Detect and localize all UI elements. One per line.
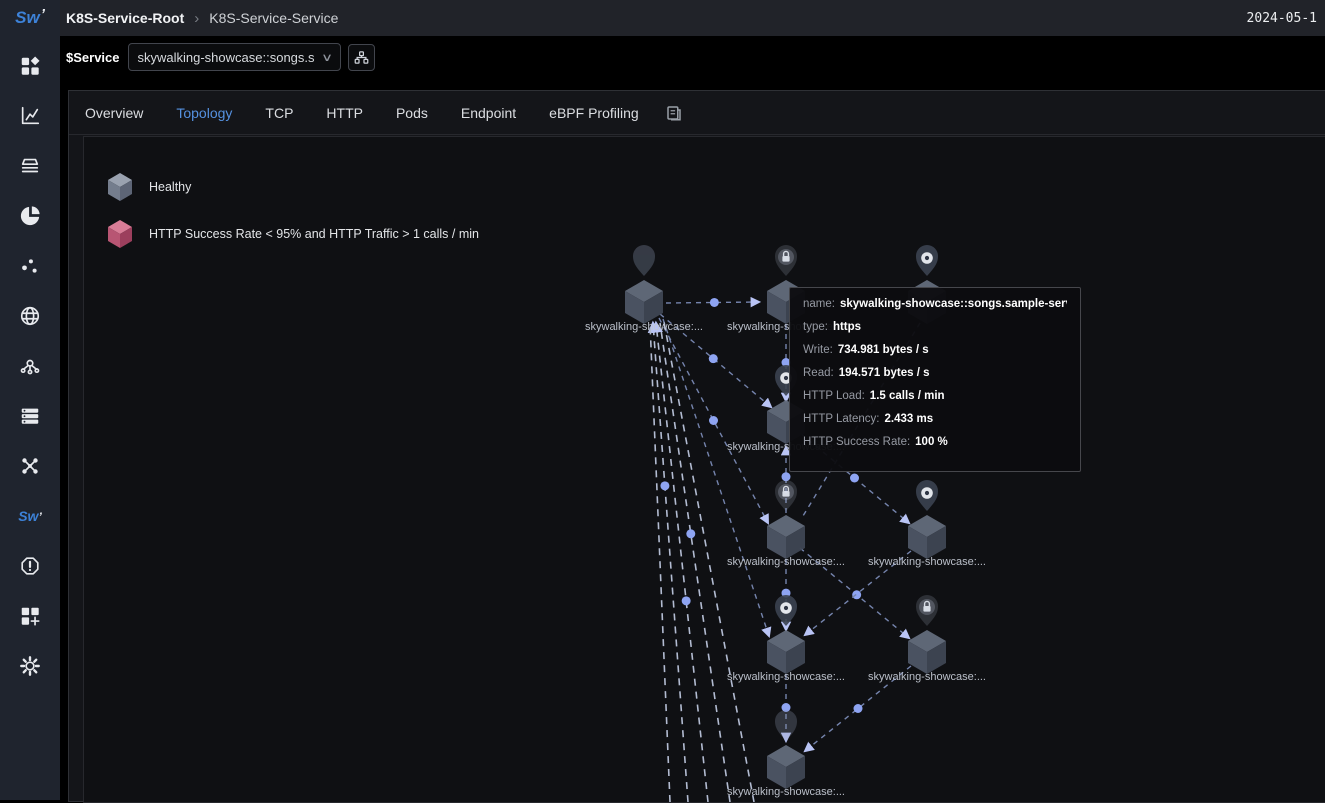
tab-topology[interactable]: Topology bbox=[176, 105, 232, 121]
sidebar-menu: Sw’ bbox=[0, 36, 60, 699]
tooltip-row: HTTP Success Rate:100 % bbox=[803, 436, 1067, 459]
tab-ebpf-profiling[interactable]: eBPF Profiling bbox=[549, 105, 638, 121]
tab-pods[interactable]: Pods bbox=[396, 105, 428, 121]
edge-traffic-dot[interactable] bbox=[710, 298, 719, 307]
edge-traffic-dot[interactable] bbox=[852, 590, 861, 599]
sidebar-item-server-list[interactable] bbox=[13, 399, 47, 433]
healthy-cube-icon bbox=[106, 171, 134, 203]
tooltip-row: name:skywalking-showcase::songs.sample-s… bbox=[803, 298, 1067, 321]
date-display[interactable]: 2024-05-1 bbox=[1247, 11, 1317, 26]
edge-traffic-dot[interactable] bbox=[660, 481, 669, 490]
top-bar: K8S-Service-Root › K8S-Service-Service 2… bbox=[60, 0, 1325, 36]
tab-http[interactable]: HTTP bbox=[326, 105, 363, 121]
tab-tcp[interactable]: TCP bbox=[265, 105, 293, 121]
service-node[interactable]: skywalking-showcase:... bbox=[727, 595, 845, 683]
service-node-label: skywalking-showcase:... bbox=[727, 671, 845, 683]
service-node[interactable]: skywalking-showcase:... bbox=[727, 480, 845, 568]
logo-swoosh-icon: ’ bbox=[41, 6, 45, 23]
tab-endpoint[interactable]: Endpoint bbox=[461, 105, 516, 121]
sidebar-item-layers[interactable] bbox=[13, 149, 47, 183]
service-node-label: skywalking-showcase:... bbox=[727, 786, 845, 798]
edge-traffic-dot[interactable] bbox=[682, 596, 691, 605]
topology-legend: Healthy HTTP Success Rate < 95% and HTTP … bbox=[106, 171, 479, 265]
skywalking-logo[interactable]: Sw’ bbox=[0, 0, 60, 36]
sidebar-item-gear[interactable] bbox=[13, 649, 47, 683]
chevron-down-icon: ∨ bbox=[321, 51, 333, 64]
legend-item: Healthy bbox=[106, 171, 479, 203]
topology-3d-icon bbox=[19, 355, 41, 377]
service-select-value: skywalking-showcase::songs.s bbox=[138, 50, 315, 65]
layers-icon bbox=[19, 155, 41, 177]
sidebar-item-topology-3d[interactable] bbox=[13, 349, 47, 383]
logo-text: Sw bbox=[15, 8, 40, 28]
edge-traffic-dot[interactable] bbox=[709, 416, 718, 425]
server-list-icon bbox=[19, 405, 41, 427]
widget-plus-icon bbox=[19, 605, 41, 627]
service-node-label: skywalking-showcase:... bbox=[868, 556, 986, 568]
sitemap-icon bbox=[354, 50, 369, 65]
pie-chart-icon bbox=[19, 205, 41, 227]
edge-traffic-dot[interactable] bbox=[709, 354, 718, 363]
legend-item: HTTP Success Rate < 95% and HTTP Traffic… bbox=[106, 218, 479, 250]
tooltip-row: HTTP Load:1.5 calls / min bbox=[803, 390, 1067, 413]
service-node[interactable]: skywalking-showcase:... bbox=[727, 710, 845, 798]
service-label: $Service bbox=[66, 50, 120, 65]
service-panel: Overview Topology TCP HTTP Pods Endpoint eBPF … bbox=[68, 90, 1325, 802]
tooltip-row: type:https bbox=[803, 321, 1067, 344]
sidebar-item-network[interactable] bbox=[13, 449, 47, 483]
legend-label: HTTP Success Rate < 95% and HTTP Traffic… bbox=[149, 227, 479, 241]
gear-icon bbox=[19, 655, 41, 677]
tabs-row: Overview Topology TCP HTTP Pods Endpoint eBPF … bbox=[69, 91, 1325, 135]
service-node[interactable]: skywalking-showcase:... bbox=[868, 595, 986, 683]
tooltip-row: Write:734.981 bytes / s bbox=[803, 344, 1067, 367]
edge-traffic-dot[interactable] bbox=[854, 704, 863, 713]
alert-hexagon-icon bbox=[19, 555, 41, 577]
service-node[interactable]: skywalking-showcase:... bbox=[585, 245, 703, 333]
sidebar-item-dashboard[interactable] bbox=[13, 49, 47, 83]
service-node[interactable]: skywalking-showcase:... bbox=[868, 480, 986, 568]
edge-traffic-dot[interactable] bbox=[686, 529, 695, 538]
breadcrumb-separator-icon: › bbox=[194, 10, 199, 27]
tooltip-row: HTTP Latency:2.433 ms bbox=[803, 413, 1067, 436]
unhealthy-cube-icon bbox=[106, 218, 134, 250]
globe-icon bbox=[19, 305, 41, 327]
copy-dashboard-button[interactable] bbox=[665, 104, 683, 122]
service-node-label: skywalking-showcase:... bbox=[868, 671, 986, 683]
service-toolbar: $Service skywalking-showcase::songs.s ∨ bbox=[60, 36, 1325, 78]
tab-list: Overview Topology TCP HTTP Pods Endpoint eBPF … bbox=[85, 105, 639, 121]
edge-traffic-dot[interactable] bbox=[782, 472, 791, 481]
sidebar-item-globe[interactable] bbox=[13, 299, 47, 333]
topology-edge[interactable] bbox=[656, 323, 708, 802]
service-select[interactable]: skywalking-showcase::songs.s ∨ bbox=[128, 43, 341, 71]
sidebar-item-skywalking-logo[interactable]: Sw’ bbox=[13, 499, 47, 533]
edge-tooltip: name:skywalking-showcase::songs.sample-s… bbox=[789, 287, 1081, 472]
topology-canvas[interactable]: Healthy HTTP Success Rate < 95% and HTTP … bbox=[83, 136, 1325, 803]
bar-chart-icon bbox=[19, 105, 41, 127]
tab-overview[interactable]: Overview bbox=[85, 105, 143, 121]
sidebar: Sw’ Sw’ bbox=[0, 0, 60, 800]
network-icon bbox=[19, 455, 41, 477]
skywalking-logo-small: Sw’ bbox=[18, 508, 42, 524]
sidebar-item-cluster-dots[interactable] bbox=[13, 249, 47, 283]
topology-edge[interactable] bbox=[650, 323, 670, 802]
sidebar-item-alert-hexagon[interactable] bbox=[13, 549, 47, 583]
service-tree-button[interactable] bbox=[348, 44, 375, 71]
sidebar-item-widget-plus[interactable] bbox=[13, 599, 47, 633]
copy-documents-icon bbox=[665, 104, 683, 122]
breadcrumb-current[interactable]: K8S-Service-Service bbox=[209, 10, 338, 26]
cluster-dots-icon bbox=[19, 255, 41, 277]
topology-edge[interactable] bbox=[663, 319, 769, 636]
tooltip-row: Read:194.571 bytes / s bbox=[803, 367, 1067, 390]
dashboard-icon bbox=[19, 55, 41, 77]
edge-traffic-dot[interactable] bbox=[850, 474, 859, 483]
service-node-label: skywalking-showcase:... bbox=[727, 556, 845, 568]
legend-label: Healthy bbox=[149, 180, 191, 194]
sidebar-item-pie-chart[interactable] bbox=[13, 199, 47, 233]
breadcrumb-root[interactable]: K8S-Service-Root bbox=[66, 10, 184, 26]
sidebar-item-bar-chart[interactable] bbox=[13, 99, 47, 133]
service-node-label: skywalking-showcase:... bbox=[585, 321, 703, 333]
